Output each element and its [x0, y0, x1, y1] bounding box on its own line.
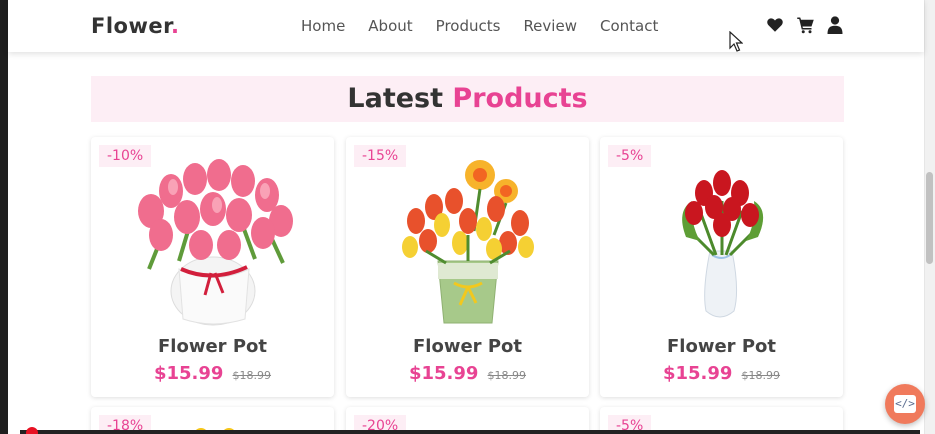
code-icon: </> — [894, 395, 916, 413]
nav-link-home[interactable]: Home — [301, 17, 345, 35]
user-icon[interactable] — [827, 16, 843, 34]
product-card[interactable]: -15% Flower Pot $15.99 $18.99 — [346, 137, 589, 397]
nav-link-review[interactable]: Review — [523, 17, 577, 35]
section-heading-band: Latest Products — [91, 76, 844, 122]
mouse-cursor-icon — [729, 31, 743, 52]
nav-link-products[interactable]: Products — [436, 17, 501, 35]
code-view-button[interactable]: </> — [885, 384, 925, 424]
nav-links: Home About Products Review Contact — [301, 17, 681, 35]
nav-icons — [766, 16, 843, 34]
product-old-price: $18.99 — [487, 369, 527, 382]
price-row: $15.99 $18.99 — [346, 363, 589, 384]
product-name: Flower Pot — [413, 336, 522, 357]
product-image[interactable] — [121, 151, 304, 327]
product-price: $15.99 — [408, 363, 479, 384]
scrollbar[interactable] — [924, 0, 935, 434]
product-image[interactable] — [630, 151, 813, 327]
product-price: $15.99 — [662, 363, 733, 384]
section-title: Latest Products — [91, 83, 844, 114]
window-left-edge — [0, 0, 8, 434]
logo-dot: . — [170, 14, 180, 38]
recording-toolbar — [20, 430, 920, 434]
heart-icon[interactable] — [766, 16, 784, 34]
logo[interactable]: Flower. — [91, 14, 179, 38]
product-card[interactable]: -10% Flower Pot $15.99 $18.99 — [91, 137, 334, 397]
product-price: $15.99 — [153, 363, 224, 384]
navbar: Flower. Home About Products Review Conta… — [8, 0, 924, 52]
price-row: $15.99 $18.99 — [600, 363, 843, 384]
product-name: Flower Pot — [158, 336, 267, 357]
price-row: $15.99 $18.99 — [91, 363, 334, 384]
cart-icon[interactable] — [796, 16, 815, 34]
product-old-price: $18.99 — [741, 369, 781, 382]
scrollbar-thumb[interactable] — [926, 172, 933, 264]
product-old-price: $18.99 — [232, 369, 272, 382]
nav-link-about[interactable]: About — [368, 17, 412, 35]
nav-link-contact[interactable]: Contact — [600, 17, 658, 35]
product-name: Flower Pot — [667, 336, 776, 357]
product-card[interactable]: -5% Flower Pot $15.99 $18.99 — [600, 137, 843, 397]
section-title-main: Latest — [347, 83, 444, 114]
product-image[interactable] — [376, 151, 559, 327]
record-indicator-icon[interactable] — [26, 427, 38, 434]
section-title-accent: Products — [452, 83, 588, 114]
logo-text: Flower — [91, 14, 171, 38]
